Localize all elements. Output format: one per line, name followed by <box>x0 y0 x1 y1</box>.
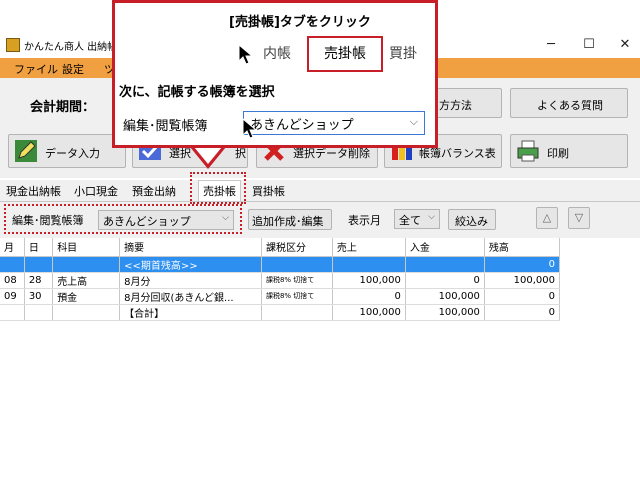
month-select[interactable]: 全て ⌵ <box>394 209 440 229</box>
table-row[interactable]: 09 30 預金 8月分回収(あきんど銀... 課税8% 切捨て 0 100,000 0 <box>0 288 561 305</box>
cell-day: 28 <box>24 272 54 289</box>
app-icon <box>6 38 20 52</box>
cell-description: 8月分回収(あきんど銀... <box>119 288 262 305</box>
cell-month: 08 <box>0 272 25 289</box>
col-tax[interactable]: 課税区分 <box>261 238 333 257</box>
cell-sales: 100,000 <box>332 272 406 289</box>
faq-label: よくある質問 <box>537 99 603 112</box>
pencil-icon <box>15 140 37 162</box>
mouse-cursor-icon <box>242 118 258 139</box>
callout-tab-left: 内帳 <box>263 46 291 62</box>
menu-settings[interactable]: 設定 <box>62 61 84 77</box>
cell-description: 8月分 <box>119 272 262 289</box>
cell-month: 09 <box>0 288 25 305</box>
month-select-value: 全て <box>399 214 421 227</box>
cell-subject: 預金 <box>52 288 121 305</box>
chevron-down-icon: ⌵ <box>428 212 435 222</box>
callout-step2: 次に、記帳する帳簿を選択 <box>119 85 275 100</box>
period-label: 会計期間： <box>30 100 96 115</box>
app-window: かんたん商人 出納帳5 - ─ ☐ ✕ ファイル 設定 ツ 会計期間： 方方法 … <box>0 0 640 483</box>
minimize-button[interactable]: ─ <box>536 35 566 55</box>
table-row[interactable]: 【合計】 100,000 100,000 0 <box>0 304 561 321</box>
cell-balance: 0 <box>484 304 561 321</box>
table-header-row: 月 日 科目 摘要 課税区分 売上 入金 残高 <box>0 238 561 257</box>
cell-balance: 0 <box>484 288 561 305</box>
cell-sales: 100,000 <box>332 304 406 321</box>
cell-subject <box>52 256 121 273</box>
print-button[interactable]: 印刷 <box>510 134 628 168</box>
callout-tail-inner <box>194 147 222 164</box>
tab-highlight-frame <box>190 172 246 204</box>
cell-balance: 0 <box>484 256 561 273</box>
callout-tab-active: 売掛帳 <box>307 36 383 72</box>
maximize-button[interactable]: ☐ <box>574 35 604 55</box>
cell-day <box>24 256 54 273</box>
month-label: 表示月 <box>348 214 381 227</box>
print-label: 印刷 <box>547 147 569 160</box>
narrow-label: 絞込み <box>455 215 488 228</box>
move-up-button[interactable]: △ <box>536 207 558 229</box>
col-month[interactable]: 月 <box>0 238 25 257</box>
ledger-highlight-frame <box>4 204 242 234</box>
printer-icon <box>517 140 539 162</box>
cell-subject: 売上高 <box>52 272 121 289</box>
cell-day <box>24 304 54 321</box>
move-down-button[interactable]: ▽ <box>568 207 590 229</box>
instruction-callout: [売掛帳]タブをクリック 内帳 売掛帳 買掛 次に、記帳する帳簿を選択 編集･閲… <box>112 0 438 148</box>
cell-receipt: 0 <box>405 272 485 289</box>
ledger-tabs: 現金出納帳 小口現金 預金出納 売掛帳 買掛帳 <box>0 180 640 202</box>
table-row[interactable]: <<期首残高>> 0 <box>0 256 561 273</box>
callout-label: 編集･閲覧帳簿 <box>123 119 208 134</box>
cell-description: 【合計】 <box>119 304 262 321</box>
col-sales[interactable]: 売上 <box>332 238 406 257</box>
col-day[interactable]: 日 <box>24 238 54 257</box>
cell-sales <box>332 256 406 273</box>
tab-cash-ledger[interactable]: 現金出納帳 <box>6 183 61 199</box>
cell-receipt: 100,000 <box>405 304 485 321</box>
menu-file[interactable]: ファイル <box>14 61 58 77</box>
ledger-table: 月 日 科目 摘要 課税区分 売上 入金 残高 <<期首残高>> 0 08 28 売上高… <box>0 238 561 321</box>
cell-tax <box>261 304 333 321</box>
callout-step1: [売掛帳]タブをクリック <box>229 15 371 30</box>
cell-sales: 0 <box>332 288 406 305</box>
cell-month <box>0 304 25 321</box>
narrow-button[interactable]: 絞込み <box>448 209 496 230</box>
mouse-cursor-icon <box>238 44 254 65</box>
chevron-down-icon: ⌵ <box>409 115 418 128</box>
data-entry-button[interactable]: データ入力 <box>8 134 126 168</box>
col-balance[interactable]: 残高 <box>484 238 561 257</box>
faq-button[interactable]: よくある質問 <box>510 88 628 118</box>
tab-bank-ledger[interactable]: 預金出納 <box>132 183 176 199</box>
cell-subject <box>52 304 121 321</box>
cell-receipt <box>405 256 485 273</box>
callout-select: あきんどショップ ⌵ <box>243 111 425 135</box>
cell-description: <<期首残高>> <box>119 256 262 273</box>
add-edit-label: 追加作成･編集 <box>252 215 324 228</box>
cell-day: 30 <box>24 288 54 305</box>
cell-tax: 課税8% 切捨て <box>261 288 333 305</box>
tab-petty-cash[interactable]: 小口現金 <box>74 183 118 199</box>
payment-method-label: 方方法 <box>439 99 472 112</box>
add-edit-button[interactable]: 追加作成･編集 <box>248 209 332 230</box>
tab-payables[interactable]: 買掛帳 <box>252 183 285 199</box>
cell-tax: 課税8% 切捨て <box>261 272 333 289</box>
col-receipt[interactable]: 入金 <box>405 238 485 257</box>
col-subject[interactable]: 科目 <box>52 238 121 257</box>
cell-balance: 100,000 <box>484 272 561 289</box>
cell-tax <box>261 256 333 273</box>
cell-month <box>0 256 25 273</box>
callout-select-value: あきんどショップ <box>250 118 354 133</box>
col-description[interactable]: 摘要 <box>119 238 262 257</box>
cell-receipt: 100,000 <box>405 288 485 305</box>
close-button[interactable]: ✕ <box>610 35 640 55</box>
payment-method-button[interactable]: 方方法 <box>436 88 502 118</box>
data-entry-label: データ入力 <box>45 147 100 160</box>
callout-tab-right: 買掛 <box>389 46 417 62</box>
table-row[interactable]: 08 28 売上高 8月分 課税8% 切捨て 100,000 0 100,000 <box>0 272 561 289</box>
